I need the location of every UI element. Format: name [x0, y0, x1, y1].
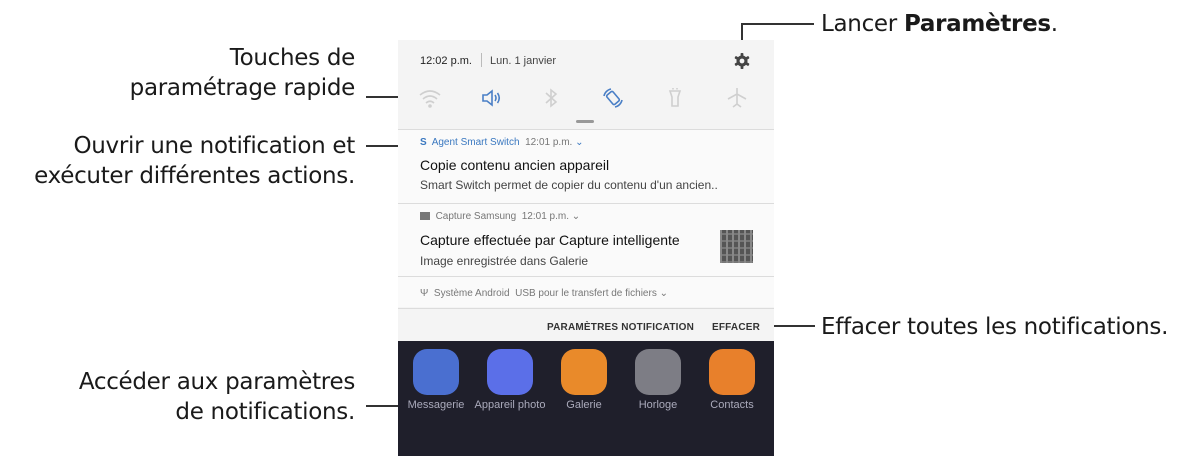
status-bar: 12:02 p.m. Lun. 1 janvier — [398, 40, 774, 80]
notification-settings-button[interactable]: PARAMÈTRES NOTIFICATION — [547, 322, 694, 333]
gallery-icon[interactable] — [561, 349, 607, 395]
leader-line — [742, 23, 814, 25]
notification-time: 12:01 p.m. — [525, 137, 573, 148]
auto-rotate-icon[interactable] — [599, 84, 627, 112]
usb-icon: Ψ — [420, 288, 429, 299]
smart-switch-icon: S — [420, 137, 427, 148]
callout-text: paramétrage rapide — [129, 75, 356, 101]
callout-text: . — [1050, 11, 1058, 37]
quick-settings-row — [398, 82, 774, 114]
chevron-down-icon[interactable]: ⌄ — [660, 288, 668, 299]
callout-bold-text: Paramètres — [903, 11, 1051, 37]
notification-header: Ψ Système Android USB pour le transfert … — [420, 288, 668, 299]
callout-text: de notifications. — [175, 399, 355, 425]
phone-screen: 12:02 p.m. Lun. 1 janvier S Agent Smart … — [398, 40, 774, 456]
wifi-icon[interactable] — [416, 84, 444, 112]
notification-app-name: Capture Samsung — [435, 211, 517, 222]
notification-text: USB pour le transfert de fichiers — [515, 288, 657, 299]
bluetooth-icon[interactable] — [537, 84, 565, 112]
notification-header: Capture Samsung 12:01 p.m. ⌄ — [420, 211, 580, 222]
image-icon — [420, 212, 430, 220]
clock-icon[interactable] — [635, 349, 681, 395]
notification-card[interactable]: Ψ Système Android USB pour le transfert … — [398, 277, 774, 307]
callout-clear-all: Effacer toutes les notifications. — [821, 312, 1168, 342]
notification-text: Image enregistrée dans Galerie — [420, 254, 589, 268]
callout-text: Ouvrir une notification et — [73, 133, 355, 159]
chevron-down-icon[interactable]: ⌄ — [572, 211, 580, 222]
leader-line — [366, 96, 398, 98]
notification-app-name: Agent Smart Switch — [431, 137, 520, 148]
contacts-icon[interactable] — [709, 349, 755, 395]
notification-card[interactable]: Capture Samsung 12:01 p.m. ⌄ Capture eff… — [398, 204, 774, 276]
app-label: Galerie — [566, 399, 602, 411]
messages-icon[interactable] — [413, 349, 459, 395]
callout-text: Touches de — [229, 45, 356, 71]
callout-text: exécuter différentes actions. — [34, 163, 355, 189]
status-time: 12:02 p.m. — [420, 55, 472, 67]
divider — [481, 53, 482, 67]
callout-text: Lancer — [821, 11, 904, 37]
notification-app-name: Système Android — [433, 288, 510, 299]
chevron-down-icon[interactable]: ⌄ — [575, 137, 583, 148]
notification-title: Copie contenu ancien appareil — [420, 157, 610, 173]
camera-icon[interactable] — [487, 349, 533, 395]
notification-title: Capture effectuée par Capture intelligen… — [420, 232, 680, 248]
divider — [398, 308, 774, 309]
notification-card[interactable]: S Agent Smart Switch 12:01 p.m. ⌄ Copie … — [398, 130, 774, 203]
callout-text: Accéder aux paramètres — [78, 369, 355, 395]
drag-handle[interactable] — [576, 120, 594, 123]
home-screen: Messagerie Appareil photo Galerie Horlog… — [398, 341, 774, 456]
screenshot-thumbnail — [720, 230, 753, 263]
app-label: Appareil photo — [474, 399, 546, 411]
sound-icon[interactable] — [477, 84, 505, 112]
flashlight-icon[interactable] — [661, 84, 689, 112]
status-date: Lun. 1 janvier — [490, 55, 557, 67]
notification-panel: 12:02 p.m. Lun. 1 janvier S Agent Smart … — [398, 40, 774, 341]
airplane-icon[interactable] — [723, 84, 751, 112]
notification-time: 12:01 p.m. — [521, 211, 569, 222]
notification-text: Smart Switch permet de copier du contenu… — [420, 178, 718, 192]
callout-text: Effacer toutes les notifications. — [821, 314, 1169, 340]
app-label: Horloge — [638, 399, 678, 411]
callout-launch-settings: Lancer Paramètres. — [821, 9, 1058, 39]
gear-icon[interactable] — [732, 51, 752, 71]
app-label: Contacts — [710, 399, 754, 411]
clear-button[interactable]: EFFACER — [712, 322, 760, 333]
app-label: Messagerie — [407, 399, 465, 411]
notification-header: S Agent Smart Switch 12:01 p.m. ⌄ — [420, 137, 584, 148]
callout-open-notification: Ouvrir une notification et exécuter diff… — [34, 131, 355, 191]
callout-quick-settings: Touches de paramétrage rapide — [129, 43, 356, 103]
callout-notification-settings: Accéder aux paramètres de notifications. — [79, 367, 355, 427]
